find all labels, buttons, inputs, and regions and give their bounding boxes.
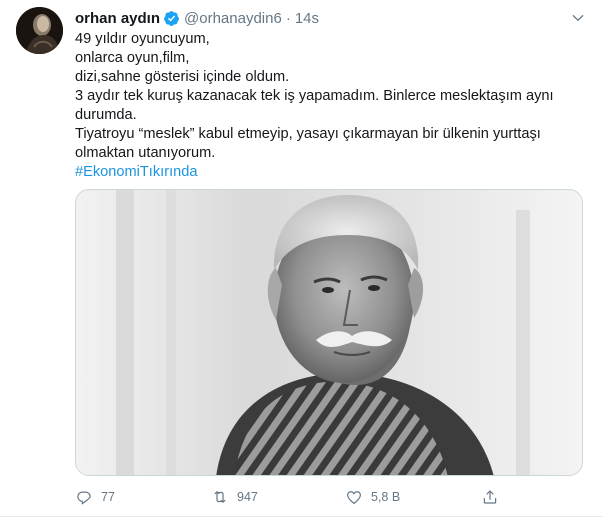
verified-badge-icon: [163, 10, 180, 27]
reply-icon: [75, 488, 93, 506]
retweet-icon: [211, 488, 229, 506]
tweet-text: 49 yıldır oyuncuyum, onlarca oyun,film, …: [75, 30, 580, 182]
heart-icon: [345, 488, 363, 506]
display-name[interactable]: orhan aydın: [75, 10, 160, 27]
tweet-text-line: Tiyatroyu “meslek” kabul etmeyip, yasayı…: [75, 126, 541, 142]
share-button[interactable]: [481, 486, 507, 508]
tweet-photo[interactable]: [75, 189, 583, 476]
separator-dot: ·: [285, 9, 291, 27]
like-count: 5,8 B: [371, 490, 401, 504]
avatar[interactable]: [16, 7, 63, 54]
tweet-text-line: 49 yıldır oyuncuyum,: [75, 31, 210, 47]
tweet-text-line: onlarca oyun,film,: [75, 50, 190, 66]
tweet-text-line: 3 aydır tek kuruş kazanacak tek iş yapam…: [75, 88, 554, 104]
share-icon: [481, 488, 499, 506]
chevron-down-icon[interactable]: [570, 10, 586, 26]
reply-button[interactable]: 77: [75, 486, 115, 508]
retweet-button[interactable]: 947: [211, 486, 258, 508]
tweet-actions: 77 947 5,8 B: [75, 486, 583, 508]
portrait-photo: [76, 190, 582, 475]
reply-count: 77: [101, 490, 115, 504]
tweet[interactable]: orhan aydın @orhanaydin6 · 14s 49 yıldır…: [0, 0, 603, 517]
retweet-count: 947: [237, 490, 258, 504]
tweet-text-line: dizi,sahne gösterisi içinde oldum.: [75, 69, 290, 85]
hashtag-link[interactable]: #EkonomiTıkırında: [75, 163, 580, 182]
tweet-text-line: durumda.: [75, 107, 137, 123]
user-handle[interactable]: @orhanaydin6: [184, 10, 282, 27]
tweet-text-line: olmaktan utanıyorum.: [75, 145, 216, 161]
like-button[interactable]: 5,8 B: [345, 486, 400, 508]
timestamp[interactable]: 14s: [295, 10, 319, 27]
tweet-header: orhan aydın @orhanaydin6 · 14s: [75, 8, 319, 28]
avatar-image: [16, 7, 63, 54]
